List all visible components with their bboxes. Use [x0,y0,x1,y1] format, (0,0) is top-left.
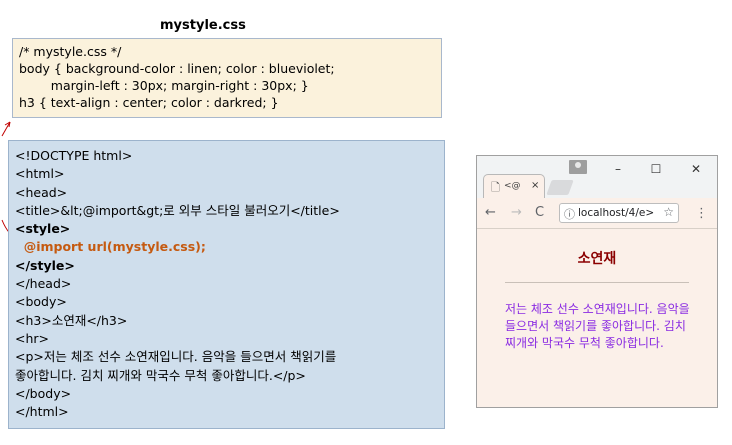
html-code-line: <title>&lt;@import&gt;로 외부 스타일 불러오기</tit… [15,202,340,218]
address-url: localhost/4/e> [578,207,655,219]
css-code-line: h3 { text-align : center; color : darkre… [19,95,279,110]
menu-dots-icon[interactable]: ⋮ [695,206,708,221]
css-code-line: margin-left : 30px; margin-right : 30px;… [19,78,309,93]
minimize-button[interactable]: – [609,162,627,176]
browser-toolbar: ← → C ⓘ localhost/4/e> ☆ ⋮ [477,198,717,229]
back-arrow-icon[interactable]: ← [485,205,496,220]
html-code-panel: <!DOCTYPE html> <html> <head> <title>&lt… [8,140,445,429]
html-code-line: <style> [15,221,71,237]
reload-icon[interactable]: C [535,205,544,220]
tab-close-icon[interactable]: × [531,180,539,191]
rendered-heading: 소연재 [577,251,617,267]
profile-avatar-icon[interactable] [569,160,587,174]
html-code-line: </head> [15,276,72,292]
close-window-button[interactable]: ✕ [687,162,705,176]
bookmark-star-icon[interactable]: ☆ [663,205,674,219]
address-bar[interactable]: ⓘ localhost/4/e> ☆ [559,203,679,223]
rendered-paragraph: 저는 체조 선수 소연재입니다. 음악을 들으면서 책읽기를 좋아합니다. 김치… [505,302,690,350]
import-statement: @import url(mystyle.css); [15,239,206,255]
html-code-line: <h3>소연재</h3> [15,312,128,328]
html-code-line: <html> [15,166,65,182]
browser-titlebar: 🗋 <@ × – ☐ ✕ [477,156,717,198]
info-icon[interactable]: ⓘ [564,206,575,222]
browser-tab[interactable]: 🗋 <@ × [483,174,545,198]
html-code-line: </style> [15,257,75,273]
rendered-hr [505,282,689,283]
css-code-line: body { background-color : linen; color :… [19,61,335,76]
html-code-line: <head> [15,184,68,200]
forward-arrow-icon[interactable]: → [511,205,522,220]
css-file-title: mystyle.css [160,18,246,33]
new-tab-button[interactable] [546,180,574,195]
html-code-line: <!DOCTYPE html> [15,148,133,163]
html-code-line: 좋아합니다. 김치 찌개와 막국수 무척 좋아합니다.</p> [15,367,306,383]
page-icon: 🗋 [491,181,500,194]
html-code-line: <p>저는 체조 선수 소연재입니다. 음악을 들으면서 책읽기를 [15,349,337,365]
html-code-line: <hr> [15,330,50,346]
css-code-panel: /* mystyle.css */ body { background-colo… [12,38,442,118]
tab-title: <@ [504,181,521,191]
css-code-line: /* mystyle.css */ [19,44,122,59]
html-code-line: </html> [15,404,69,420]
browser-window: 🗋 <@ × – ☐ ✕ ← → C ⓘ localhost/4/e> ☆ ⋮ … [476,155,718,408]
html-code-line: <body> [15,294,67,310]
html-code-line: </body> [15,385,72,401]
maximize-button[interactable]: ☐ [647,162,665,176]
